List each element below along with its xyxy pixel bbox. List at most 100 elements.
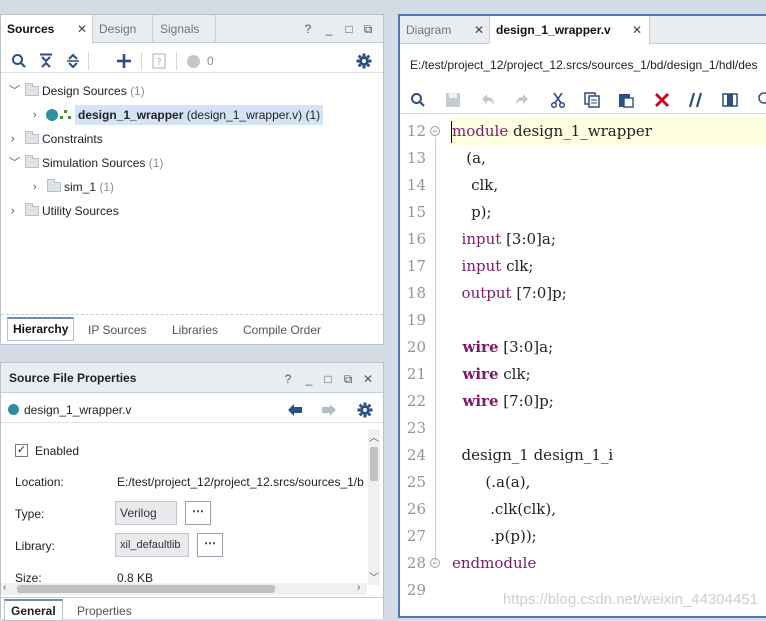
copy-icon[interactable] [584,92,600,108]
tree-item-constraints[interactable]: › Constraints [1,128,383,150]
insert-template-icon[interactable] [722,92,738,108]
enabled-label: Enabled [35,444,80,458]
expand-all-icon[interactable] [65,53,81,69]
close-icon[interactable]: ✕ [632,16,642,44]
tree-count: (1) [99,180,115,194]
undo-icon[interactable] [480,92,496,108]
tree-item-simulation-sources[interactable]: ﹀ Simulation Sources (1) [1,152,383,174]
code-line-15: p); [452,203,492,221]
source-file-properties-panel: Source File Properties ? _ □ ⧉ ✕ design_… [0,362,384,621]
tab-signals[interactable]: Signals [154,15,216,43]
maximize-icon[interactable]: □ [342,22,356,36]
file-row: design_1_wrapper.v [1,395,383,423]
line-number: 21 [406,365,426,383]
delete-icon[interactable] [654,92,670,108]
horizontal-scrollbar[interactable]: ‹ › [1,582,367,595]
gear-icon[interactable] [357,402,373,418]
lightbulb-icon[interactable] [756,92,766,108]
chevron-down-icon[interactable]: ﹀ [9,152,20,174]
tree-item-utility-sources[interactable]: › Utility Sources [1,200,383,222]
float-icon[interactable]: ⧉ [341,372,355,386]
enabled-checkbox[interactable]: ✓ [15,444,28,457]
file-path: E:/test/project_12/project_12.srcs/sourc… [410,58,758,72]
search-icon[interactable] [11,53,27,69]
line-number: 20 [406,338,426,356]
line-number: 17 [406,257,426,275]
vertical-scrollbar[interactable]: ︿ ﹀ [368,429,380,585]
chevron-right-icon[interactable]: › [33,104,43,126]
chevron-down-icon[interactable]: ﹀ [9,80,20,102]
editor-tabbar: Diagram ✕ design_1_wrapper.v ✕ [400,16,766,45]
code-line-25: (.a(a), [452,473,531,491]
tab-design[interactable]: Design [93,15,153,43]
tab-hierarchy[interactable]: Hierarchy [7,317,75,341]
toolbar-divider [88,52,89,70]
tab-properties[interactable]: Properties [71,601,138,621]
properties-icon[interactable]: ? [151,53,167,69]
svg-text:?: ? [156,57,161,68]
paste-icon[interactable] [618,92,634,108]
type-field[interactable]: Verilog [115,501,177,525]
code-line-22: wire [7:0]p; [452,392,554,410]
help-icon[interactable]: ? [281,372,295,386]
folder-icon [25,155,39,168]
line-number: 27 [406,527,426,545]
chevron-right-icon[interactable]: › [11,128,21,150]
tab-diagram[interactable]: Diagram ✕ [400,16,490,44]
line-number: 28 [406,554,426,572]
tab-compile-order[interactable]: Compile Order [238,321,326,341]
maximize-icon[interactable]: □ [321,372,335,386]
tree-item-design-sources[interactable]: ﹀ Design Sources (1) [1,80,383,102]
scroll-right-icon[interactable]: › [357,582,360,593]
scroll-left-icon[interactable]: ‹ [3,582,6,593]
code-line-27: .p(p)); [452,527,537,545]
fold-minus-icon[interactable]: − [430,126,440,136]
close-icon[interactable]: ✕ [474,16,484,44]
code-editor[interactable]: 12 13 14 15 16 17 18 19 20 21 22 23 24 2… [400,116,766,618]
save-icon[interactable] [445,92,461,108]
collapse-all-icon[interactable] [38,53,54,69]
library-field[interactable]: xil_defaultlib [115,533,189,557]
minimize-icon[interactable]: _ [322,22,336,36]
scroll-down-icon[interactable]: ﹀ [369,569,379,584]
tree-label: sim_1 [64,180,97,194]
tab-sources[interactable]: Sources ✕ [1,15,93,44]
tab-ip-sources[interactable]: IP Sources [83,321,151,341]
tab-design-1-wrapper[interactable]: design_1_wrapper.v ✕ [490,16,650,45]
line-number: 29 [406,581,426,599]
chevron-right-icon[interactable]: › [33,176,43,198]
add-icon[interactable] [116,53,132,69]
cut-icon[interactable] [550,92,566,108]
code-line-21: wire clk; [452,365,531,383]
scroll-up-icon[interactable]: ︿ [369,429,379,444]
line-number: 22 [406,392,426,410]
scroll-thumb[interactable] [370,447,378,481]
minimize-icon[interactable]: _ [302,372,316,386]
properties-body: ✓ Enabled Location: E:/test/project_12/p… [1,425,367,585]
help-icon[interactable]: ? [301,22,315,36]
chevron-right-icon[interactable]: › [11,200,21,222]
scroll-thumb[interactable] [17,585,275,593]
gear-icon[interactable] [356,53,372,69]
tree-item-design-1-wrapper[interactable]: › design_1_wrapper (design_1_wrapper.v) … [1,104,383,126]
tab-libraries[interactable]: Libraries [167,321,223,341]
line-number: 16 [406,230,426,248]
fold-guide [435,137,436,561]
forward-arrow-icon[interactable] [321,403,337,417]
library-label: Library: [15,539,56,553]
float-icon[interactable]: ⧉ [361,22,375,36]
back-arrow-icon[interactable] [287,403,303,417]
selected-item-highlight: design_1_wrapper (design_1_wrapper.v) (1… [75,105,324,125]
code-line-12: module design_1_wrapper [452,122,652,140]
close-icon[interactable]: ✕ [361,372,375,386]
line-number: 25 [406,473,426,491]
line-numbers: 12 13 14 15 16 17 18 19 20 21 22 23 24 2… [400,116,448,618]
redo-icon[interactable] [514,92,530,108]
library-browse-button[interactable]: ⋯ [197,533,223,557]
comment-icon[interactable] [688,92,704,108]
search-icon[interactable] [410,92,426,108]
tree-item-sim-1[interactable]: › sim_1 (1) [1,176,383,198]
code-line-20: wire [3:0]a; [452,338,554,356]
close-icon[interactable]: ✕ [77,15,87,43]
type-browse-button[interactable]: ⋯ [185,501,211,525]
